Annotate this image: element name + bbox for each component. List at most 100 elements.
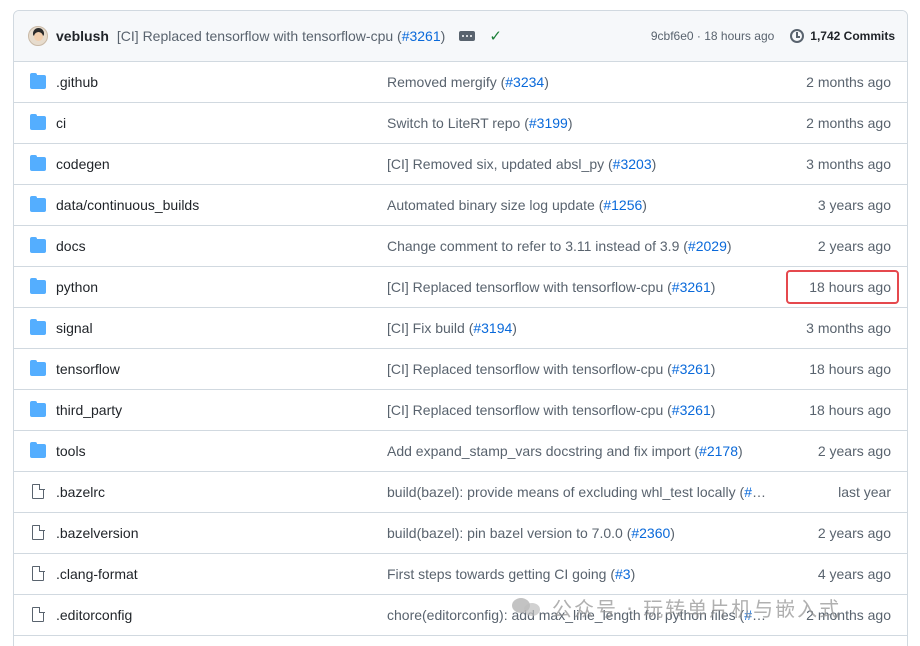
commit-message-link[interactable]: build(bazel): pin bazel version to 7.0.0… <box>387 525 675 541</box>
commit-message-end: ) <box>726 238 732 254</box>
folder-icon <box>30 360 46 376</box>
commit-message-link[interactable]: [CI] Replaced tensorflow with tensorflow… <box>387 279 715 295</box>
commit-message-text: Switch to LiteRT repo ( <box>387 115 529 131</box>
folder-icon <box>30 237 46 253</box>
commit-age: 3 years ago <box>817 197 891 213</box>
ellipsis-icon[interactable] <box>459 31 476 41</box>
pr-link[interactable]: #3261 <box>672 279 711 295</box>
check-icon[interactable]: ✓ <box>489 27 502 45</box>
commit-age: 2 years ago <box>817 238 891 254</box>
file-name-link[interactable]: data/continuous_builds <box>56 197 199 213</box>
file-row: ci Switch to LiteRT repo (#3199) 2 months … <box>14 103 907 144</box>
commit-message-link[interactable]: [CI] Replaced tensorflow with tensorflow… <box>387 402 715 418</box>
file-icon <box>32 606 45 622</box>
pr-link[interactable]: #2029 <box>688 238 727 254</box>
file-name-link[interactable]: .clang-format <box>56 566 138 582</box>
file-name-link[interactable]: codegen <box>56 156 110 172</box>
commit-message-link[interactable]: Automated binary size log update (#1256) <box>387 197 647 213</box>
commit-message-text: build(bazel): provide means of excluding… <box>387 484 745 500</box>
file-name-link[interactable]: signal <box>56 320 93 336</box>
pr-link[interactable]: #3203 <box>613 156 652 172</box>
pr-link[interactable]: #3261 <box>672 402 711 418</box>
commit-age: 2 years ago <box>817 525 891 541</box>
commit-author-link[interactable]: veblush <box>56 28 109 44</box>
file-row: .clang-format First steps towards getting… <box>14 554 907 595</box>
file-row: .github Removed mergify (#3234) 2 months a… <box>14 62 907 103</box>
commit-message-text: [CI] Fix build ( <box>387 320 474 336</box>
file-row: tools Add expand_stamp_vars docstring and… <box>14 431 907 472</box>
pr-link[interactable]: #3 <box>615 566 631 582</box>
commit-message-link[interactable]: Switch to LiteRT repo (#3199) <box>387 115 573 131</box>
file-name-link[interactable]: tensorflow <box>56 361 120 377</box>
folder-icon <box>30 114 46 130</box>
commit-message-text: [CI] Replaced tensorflow with tensorflow… <box>387 402 672 418</box>
latest-commit-bar: veblush [CI] Replaced tensorflow with te… <box>14 11 907 62</box>
commit-age: 2 months ago <box>806 74 891 90</box>
pr-link[interactable]: #1256 <box>603 197 642 213</box>
file-row: .bazelrc build(bazel): provide means of e… <box>14 472 907 513</box>
file-list: .github Removed mergify (#3234) 2 months a… <box>14 62 907 636</box>
commit-message-end: ) <box>651 156 657 172</box>
file-icon <box>32 483 45 499</box>
commit-message-text: Removed mergify ( <box>387 74 506 90</box>
watermark: 公众号 · 玩转单片机与嵌入式 <box>512 592 841 622</box>
commit-message-link[interactable]: [CI] Replaced tensorflow with tensorflow… <box>117 28 445 44</box>
commit-pr-link[interactable]: #3261 <box>402 28 441 44</box>
commit-message-text: [CI] Replaced tensorflow with tensorflow… <box>116 28 402 44</box>
commit-message-end: ) <box>737 443 743 459</box>
pr-link[interactable]: #2178 <box>699 443 738 459</box>
file-row: signal [CI] Fix build (#3194) 3 months ago <box>14 308 907 349</box>
clock-icon[interactable] <box>790 29 805 43</box>
commit-message-link[interactable]: [CI] Fix build (#3194) <box>387 320 517 336</box>
commit-message-end: ) <box>567 115 573 131</box>
commit-message-end: ) <box>512 320 517 336</box>
commit-age: 18 hours ago <box>809 279 891 295</box>
commit-sha-time[interactable]: 9cbf6e0 · 18 hours ago <box>651 29 774 43</box>
commit-message-end: ) <box>710 279 716 295</box>
pr-link[interactable]: #3234 <box>505 74 544 90</box>
file-name-link[interactable]: third_party <box>56 402 122 418</box>
commit-age: 2 months ago <box>806 115 891 131</box>
pr-link[interactable]: #3199 <box>529 115 568 131</box>
pr-link[interactable]: #2360 <box>631 525 670 541</box>
commit-message-end: ) <box>642 197 647 213</box>
avatar[interactable] <box>28 26 48 46</box>
pr-link[interactable]: #3194 <box>473 320 512 336</box>
folder-icon <box>30 278 46 294</box>
commit-sha[interactable]: 9cbf6e0 <box>651 29 694 43</box>
pr-link[interactable]: #3261 <box>672 361 711 377</box>
folder-icon <box>30 73 46 89</box>
file-name-link[interactable]: .github <box>56 74 98 90</box>
folder-icon <box>30 319 46 335</box>
file-name-link[interactable]: .bazelversion <box>56 525 139 541</box>
file-browser: veblush [CI] Replaced tensorflow with te… <box>13 10 908 646</box>
commit-age: 3 months ago <box>806 156 891 172</box>
file-name-link[interactable]: docs <box>56 238 86 254</box>
commit-message-link[interactable]: [CI] Removed six, updated absl_py (#3203… <box>387 156 656 172</box>
commit-message-link[interactable]: build(bazel): provide means of excluding… <box>387 484 769 500</box>
pr-link[interactable]: #2... <box>744 484 769 500</box>
commit-message-link[interactable]: Add expand_stamp_vars docstring and fix … <box>387 443 743 459</box>
commit-time: 18 hours ago <box>704 29 775 43</box>
commit-message-link[interactable]: Removed mergify (#3234) <box>387 74 549 90</box>
commits-count-link[interactable]: 1,742 Commits <box>810 29 895 43</box>
file-name-link[interactable]: ci <box>56 115 66 131</box>
file-name-link[interactable]: tools <box>56 443 86 459</box>
file-name-link[interactable]: .editorconfig <box>56 607 132 623</box>
file-row: .bazelversion build(bazel): pin bazel ver… <box>14 513 907 554</box>
commit-message-link[interactable]: First steps towards getting CI going (#3… <box>387 566 635 582</box>
commit-message-text: [CI] Removed six, updated absl_py ( <box>387 156 613 172</box>
file-icon <box>32 524 45 540</box>
file-icon <box>32 565 45 581</box>
commit-message-link[interactable]: Change comment to refer to 3.11 instead … <box>387 238 732 254</box>
commit-message-end: ) <box>544 74 549 90</box>
file-row: python [CI] Replaced tensorflow with tens… <box>14 267 907 308</box>
file-name-link[interactable]: .bazelrc <box>56 484 105 500</box>
commit-message-text: Automated binary size log update ( <box>387 197 604 213</box>
commit-separator: · <box>693 29 705 43</box>
file-row: docs Change comment to refer to 3.11 inst… <box>14 226 907 267</box>
wechat-logo-icon <box>512 596 542 618</box>
commit-message-link[interactable]: [CI] Replaced tensorflow with tensorflow… <box>387 361 715 377</box>
file-name-link[interactable]: python <box>56 279 98 295</box>
commit-message-text: First steps towards getting CI going ( <box>387 566 615 582</box>
